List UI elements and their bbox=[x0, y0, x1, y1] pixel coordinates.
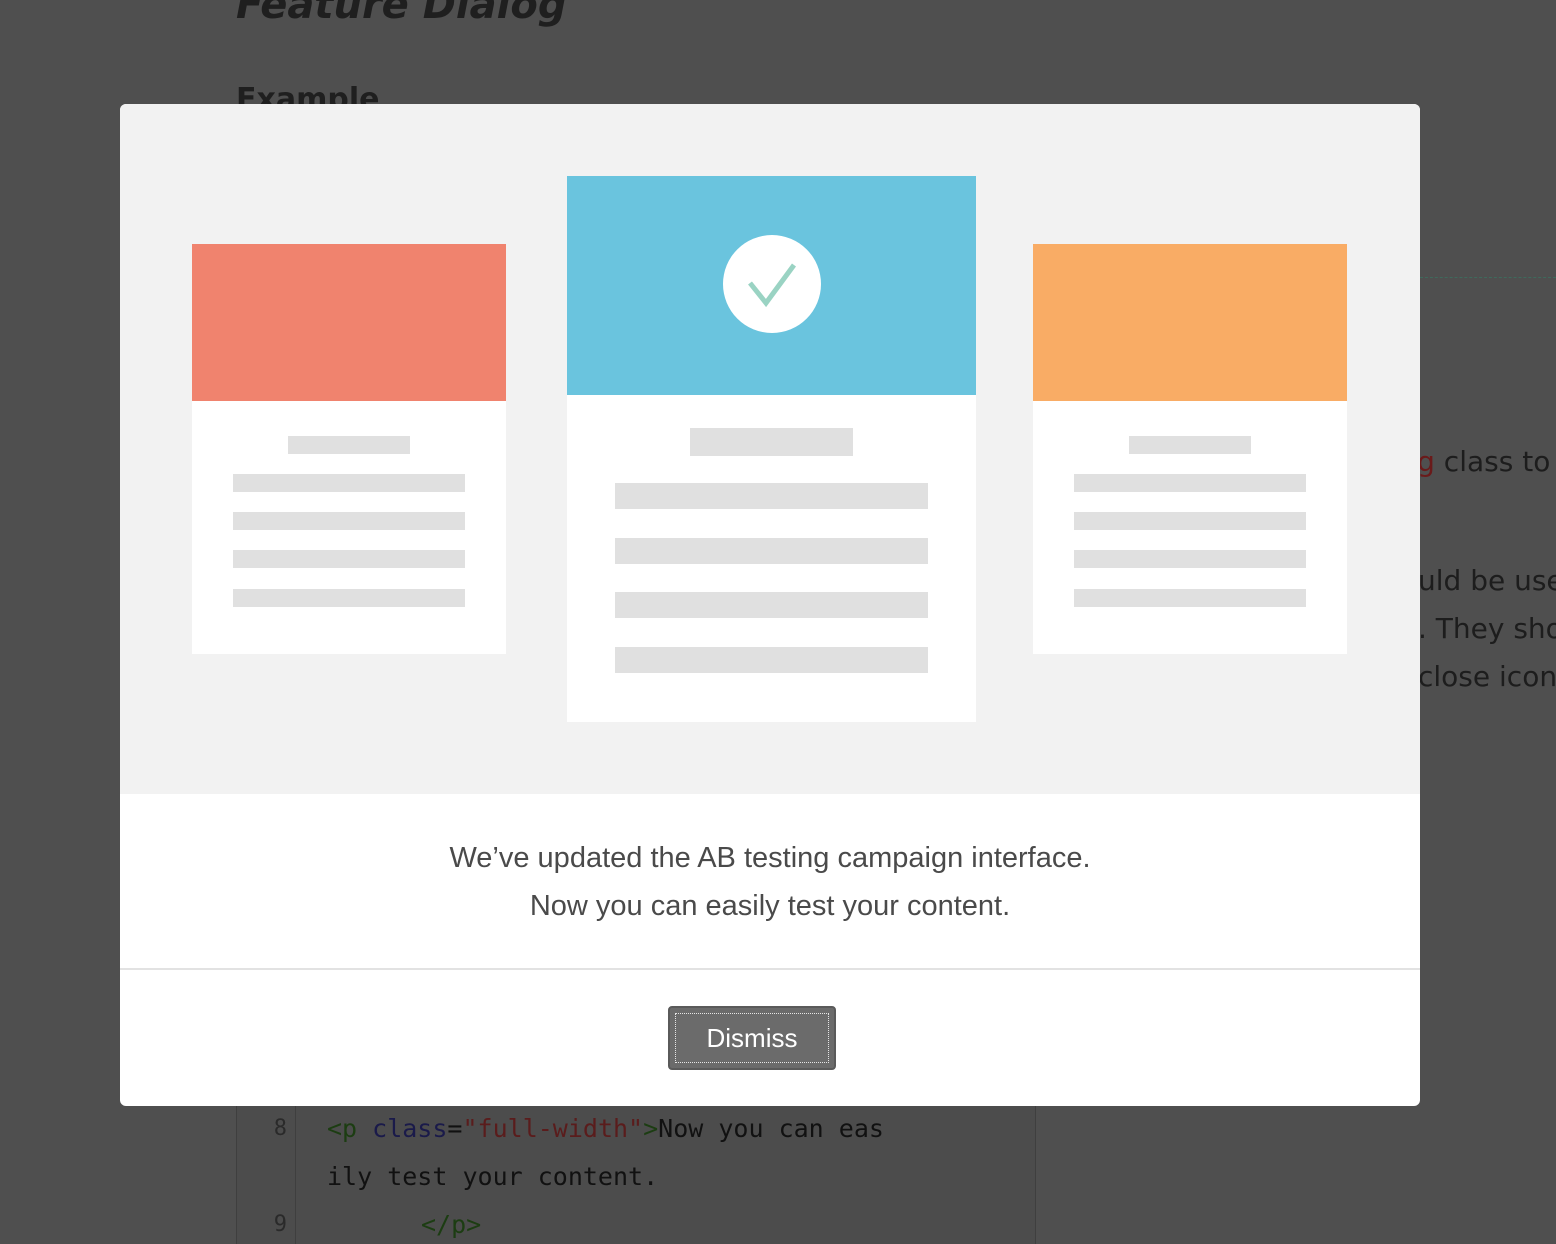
dialog-message-line: Now you can easily test your content. bbox=[529, 890, 1011, 922]
placeholder-title-bar bbox=[1129, 436, 1251, 454]
dialog-message-line: We’ve updated the AB testing campaign in… bbox=[449, 842, 1091, 874]
code-line: ily test your content. bbox=[327, 1162, 659, 1191]
code-line: </p> bbox=[421, 1210, 482, 1239]
code-token-attr: class bbox=[372, 1114, 448, 1143]
placeholder-text-bar bbox=[233, 512, 465, 530]
placeholder-text-bar bbox=[615, 483, 928, 509]
code-token-string: "full-width" bbox=[462, 1114, 644, 1143]
line-number: 8 bbox=[273, 1116, 287, 1141]
code-token-equals: = bbox=[447, 1114, 463, 1143]
placeholder-text-bar bbox=[615, 592, 928, 618]
variant-card-center bbox=[567, 176, 976, 722]
doc-text-fragment: uld be use bbox=[1418, 564, 1556, 597]
doc-text-fragment: close icon bbox=[1418, 660, 1556, 693]
dashed-divider bbox=[1420, 277, 1556, 278]
card-header-red bbox=[192, 244, 506, 401]
code-line: <p class="full-width">Now you can eas bbox=[327, 1114, 884, 1143]
placeholder-title-bar bbox=[288, 436, 410, 454]
placeholder-text-bar bbox=[615, 647, 928, 673]
placeholder-text-bar bbox=[1074, 589, 1306, 607]
placeholder-text-bar bbox=[1074, 512, 1306, 530]
placeholder-text-bar bbox=[233, 550, 465, 568]
dialog-message: We’ve updated the AB testing campaign in… bbox=[120, 834, 1420, 930]
dismiss-button[interactable]: Dismiss bbox=[668, 1006, 836, 1070]
dialog-illustration bbox=[120, 104, 1420, 794]
code-token-text: Now you can eas bbox=[658, 1114, 884, 1143]
page-title: Feature Dialog bbox=[236, 0, 567, 28]
placeholder-text-bar bbox=[615, 538, 928, 564]
doc-text-fragment: og class to bbox=[1400, 445, 1550, 478]
variant-card-right bbox=[1033, 244, 1347, 654]
placeholder-text-bar bbox=[1074, 474, 1306, 492]
dialog-footer-divider bbox=[120, 968, 1420, 970]
code-token-bracket: > bbox=[643, 1114, 659, 1143]
dismiss-button-label: Dismiss bbox=[675, 1013, 829, 1063]
card-header-orange bbox=[1033, 244, 1347, 401]
check-badge bbox=[723, 235, 821, 333]
code-example-block: 8 <p class="full-width">Now you can eas … bbox=[236, 1104, 1036, 1244]
feature-dialog: We’ve updated the AB testing campaign in… bbox=[120, 104, 1420, 1106]
code-token-tag: <p bbox=[327, 1114, 373, 1143]
checkmark-icon bbox=[748, 263, 797, 308]
variant-card-left bbox=[192, 244, 506, 654]
doc-text-span: class to bbox=[1434, 445, 1551, 478]
doc-text-fragment: . They sho bbox=[1418, 612, 1556, 645]
placeholder-text-bar bbox=[233, 474, 465, 492]
placeholder-text-bar bbox=[1074, 550, 1306, 568]
placeholder-title-bar bbox=[690, 428, 853, 456]
line-number: 9 bbox=[273, 1212, 287, 1237]
placeholder-text-bar bbox=[233, 589, 465, 607]
